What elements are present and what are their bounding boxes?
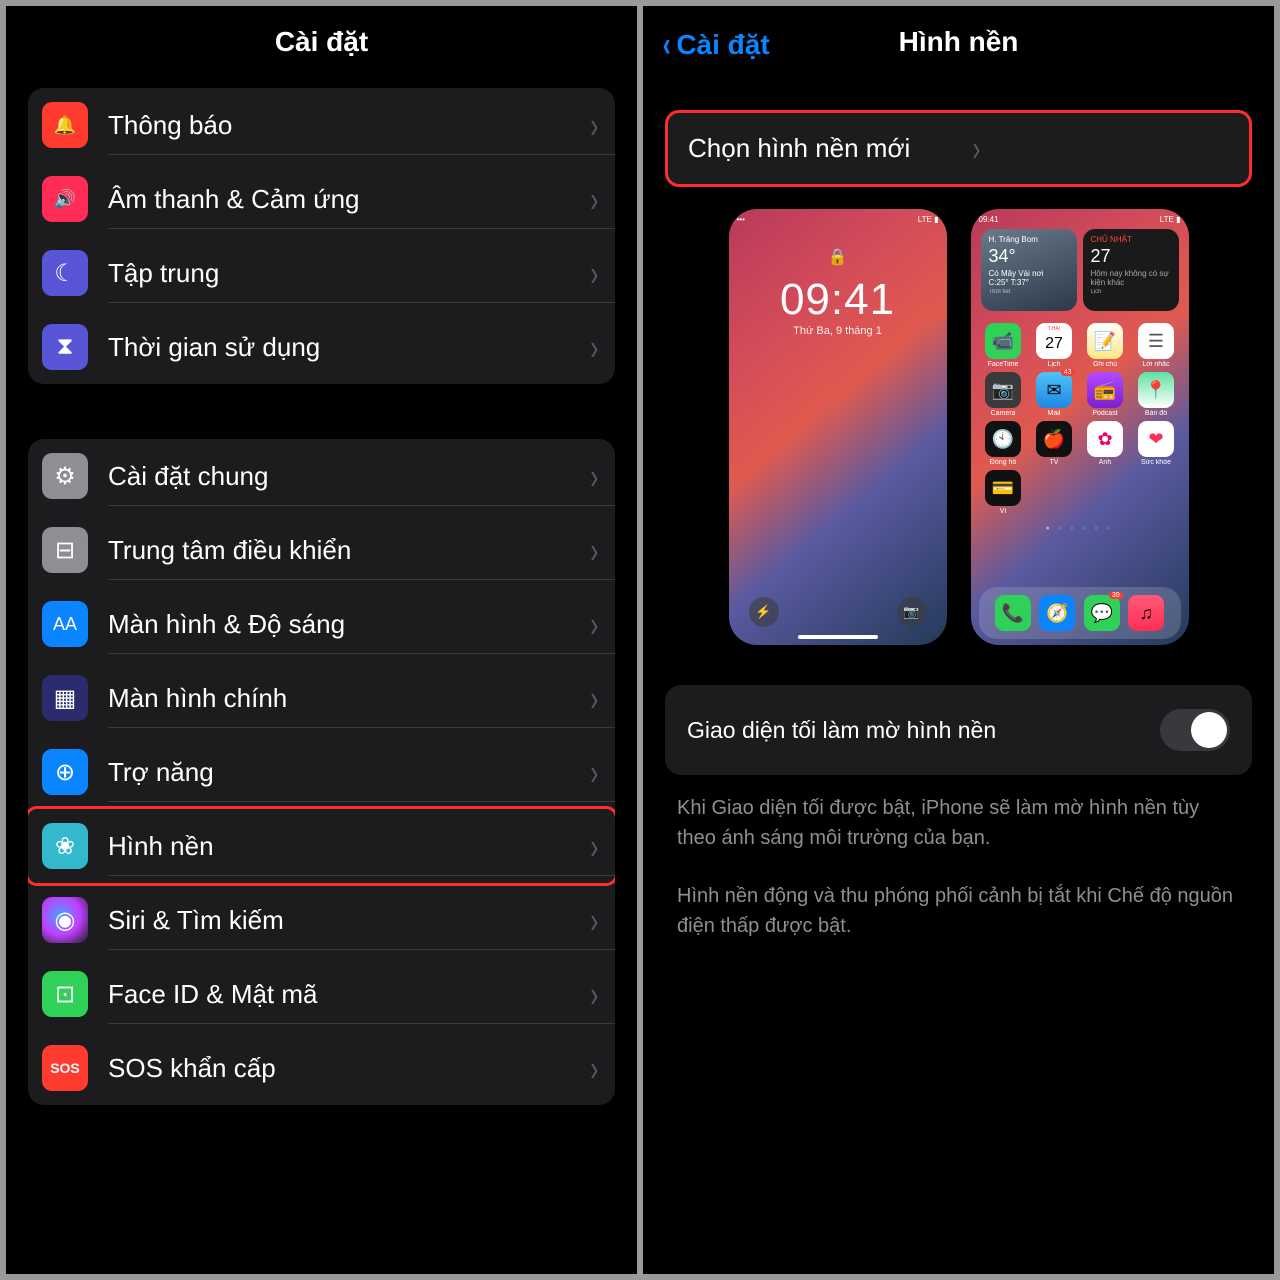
faceid-icon: ⊡	[42, 971, 88, 1017]
settings-row-screentime[interactable]: ⧗ Thời gian sử dụng›	[28, 310, 615, 384]
app-lịch: T.HAI27Lịch	[1032, 323, 1077, 368]
settings-row-wallpaper[interactable]: ❀ Hình nền›	[28, 806, 615, 886]
home-screen-icon: ▦	[42, 675, 88, 721]
settings-row-focus[interactable]: ☾ Tập trung›	[28, 236, 615, 310]
row-label: Hình nền	[108, 831, 590, 862]
settings-row-display[interactable]: AA Màn hình & Độ sáng›	[28, 587, 615, 661]
chevron-right-icon: ›	[591, 528, 599, 571]
chevron-right-icon: ›	[591, 972, 599, 1015]
choose-wallpaper-row[interactable]: Chọn hình nền mới ›	[665, 110, 1252, 187]
row-label: Trợ năng	[108, 757, 590, 788]
dark-dim-toggle[interactable]	[1160, 709, 1230, 751]
row-label: SOS khẩn cấp	[108, 1053, 590, 1084]
app-podcast: 📻Podcast	[1083, 372, 1128, 417]
app-lời nhắc: ☰Lời nhắc	[1134, 323, 1179, 368]
chevron-right-icon: ›	[591, 454, 599, 497]
app-sức khỏe: ❤Sức khỏe	[1134, 421, 1179, 466]
settings-title: Cài đặt	[6, 6, 637, 88]
wallpaper-panel: ‹ Cài đặt Hình nền Chọn hình nền mới › •…	[643, 6, 1274, 1274]
app-mail: ✉Mail43	[1032, 372, 1077, 417]
dock-icon: 🧭	[1039, 595, 1075, 631]
wallpaper-icon: ❀	[42, 823, 88, 869]
app-camera: 📷Camera	[981, 372, 1026, 417]
settings-row-general[interactable]: ⚙ Cài đặt chung›	[28, 439, 615, 513]
chevron-right-icon: ›	[591, 177, 599, 220]
screentime-icon: ⧗	[42, 324, 88, 370]
chevron-right-icon: ›	[591, 602, 599, 645]
settings-row-sounds[interactable]: 🔊 Âm thanh & Cảm ứng›	[28, 162, 615, 236]
settings-row-accessibility[interactable]: ⊕ Trợ năng›	[28, 735, 615, 809]
settings-group-2: ⚙Cài đặt chung›⊟Trung tâm điều khiển›AAM…	[28, 439, 615, 1105]
app-ảnh: ✿Ảnh	[1083, 421, 1128, 466]
lock-time: 09:41	[729, 275, 947, 325]
dock-icon: ♫	[1128, 595, 1164, 631]
app-tv: 🍎TV	[1032, 421, 1077, 466]
row-label: Thời gian sử dụng	[108, 332, 590, 363]
footer-note-2: Hình nền động và thu phóng phối cảnh bị …	[677, 881, 1240, 941]
chevron-right-icon: ›	[591, 103, 599, 146]
general-icon: ⚙	[42, 453, 88, 499]
row-label: Âm thanh & Cảm ứng	[108, 184, 590, 215]
row-label: Siri & Tìm kiếm	[108, 905, 590, 936]
app-bản đồ: 📍Bản đồ	[1134, 372, 1179, 417]
chevron-right-icon: ›	[591, 750, 599, 793]
footer-note-1: Khi Giao diện tối được bật, iPhone sẽ là…	[677, 793, 1240, 853]
dark-dim-row: Giao diện tối làm mờ hình nền	[665, 685, 1252, 775]
row-label: Tập trung	[108, 258, 590, 289]
display-icon: AA	[42, 601, 88, 647]
chevron-right-icon: ›	[591, 251, 599, 294]
sos-icon: SOS	[42, 1045, 88, 1091]
chevron-right-icon: ›	[591, 676, 599, 719]
flashlight-icon: ⚡	[749, 597, 779, 627]
app-ghi chú: 📝Ghi chú	[1083, 323, 1128, 368]
calendar-widget: CHỦ NHẬT 27 Hôm nay không có sự kiện khá…	[1083, 229, 1179, 311]
settings-row-sos[interactable]: SOS SOS khẩn cấp›	[28, 1031, 615, 1105]
chevron-right-icon: ›	[591, 325, 599, 368]
back-chevron-icon: ‹	[663, 28, 671, 62]
settings-row-notifications[interactable]: 🔔 Thông báo›	[28, 88, 615, 162]
row-label: Thông báo	[108, 110, 590, 141]
row-label: Face ID & Mật mã	[108, 979, 590, 1010]
focus-icon: ☾	[42, 250, 88, 296]
app-đồng hồ: 🕙Đồng hồ	[981, 421, 1026, 466]
chevron-right-icon: ›	[591, 898, 599, 941]
app-facetime: 📹FaceTime	[981, 323, 1026, 368]
settings-panel: Cài đặt 🔔Thông báo›🔊Âm thanh & Cảm ứng›☾…	[6, 6, 637, 1274]
lockscreen-preview[interactable]: •••LTE ▮ 🔒 09:41 Thứ Ba, 9 tháng 1 ⚡ 📷	[729, 209, 947, 645]
back-label: Cài đặt	[676, 29, 769, 61]
back-button[interactable]: ‹ Cài đặt	[661, 28, 770, 62]
settings-row-siri[interactable]: ◉ Siri & Tìm kiếm›	[28, 883, 615, 957]
wallpaper-title: ‹ Cài đặt Hình nền	[643, 6, 1274, 88]
camera-icon: 📷	[897, 597, 927, 627]
chevron-right-icon: ›	[591, 824, 599, 867]
siri-icon: ◉	[42, 897, 88, 943]
weather-widget: H. Trảng Bom 34° Có Mây Vài nơi C:25° T:…	[981, 229, 1077, 311]
sounds-icon: 🔊	[42, 176, 88, 222]
control-center-icon: ⊟	[42, 527, 88, 573]
settings-row-control-center[interactable]: ⊟ Trung tâm điều khiển›	[28, 513, 615, 587]
wallpaper-previews: •••LTE ▮ 🔒 09:41 Thứ Ba, 9 tháng 1 ⚡ 📷 0…	[693, 209, 1224, 645]
settings-row-faceid[interactable]: ⊡ Face ID & Mật mã›	[28, 957, 615, 1031]
row-label: Màn hình chính	[108, 683, 590, 714]
lock-icon: 🔒	[729, 247, 947, 267]
dock-icon: 📞	[995, 595, 1031, 631]
chevron-right-icon: ›	[591, 1046, 599, 1089]
row-label: Trung tâm điều khiển	[108, 535, 590, 566]
settings-row-home-screen[interactable]: ▦ Màn hình chính›	[28, 661, 615, 735]
lock-date: Thứ Ba, 9 tháng 1	[729, 325, 947, 337]
dark-dim-label: Giao diện tối làm mờ hình nền	[687, 717, 1144, 744]
row-label: Cài đặt chung	[108, 461, 590, 492]
dock-icon: 💬39	[1084, 595, 1120, 631]
row-label: Màn hình & Độ sáng	[108, 609, 590, 640]
notifications-icon: 🔔	[42, 102, 88, 148]
homescreen-preview[interactable]: 09:41LTE ▮ H. Trảng Bom 34° Có Mây Vài n…	[971, 209, 1189, 645]
accessibility-icon: ⊕	[42, 749, 88, 795]
settings-group-1: 🔔Thông báo›🔊Âm thanh & Cảm ứng›☾Tập trun…	[28, 88, 615, 384]
chevron-right-icon: ›	[972, 127, 1215, 170]
choose-wallpaper-label: Chọn hình nền mới	[688, 133, 959, 164]
app-ví: 💳Ví	[981, 470, 1026, 515]
